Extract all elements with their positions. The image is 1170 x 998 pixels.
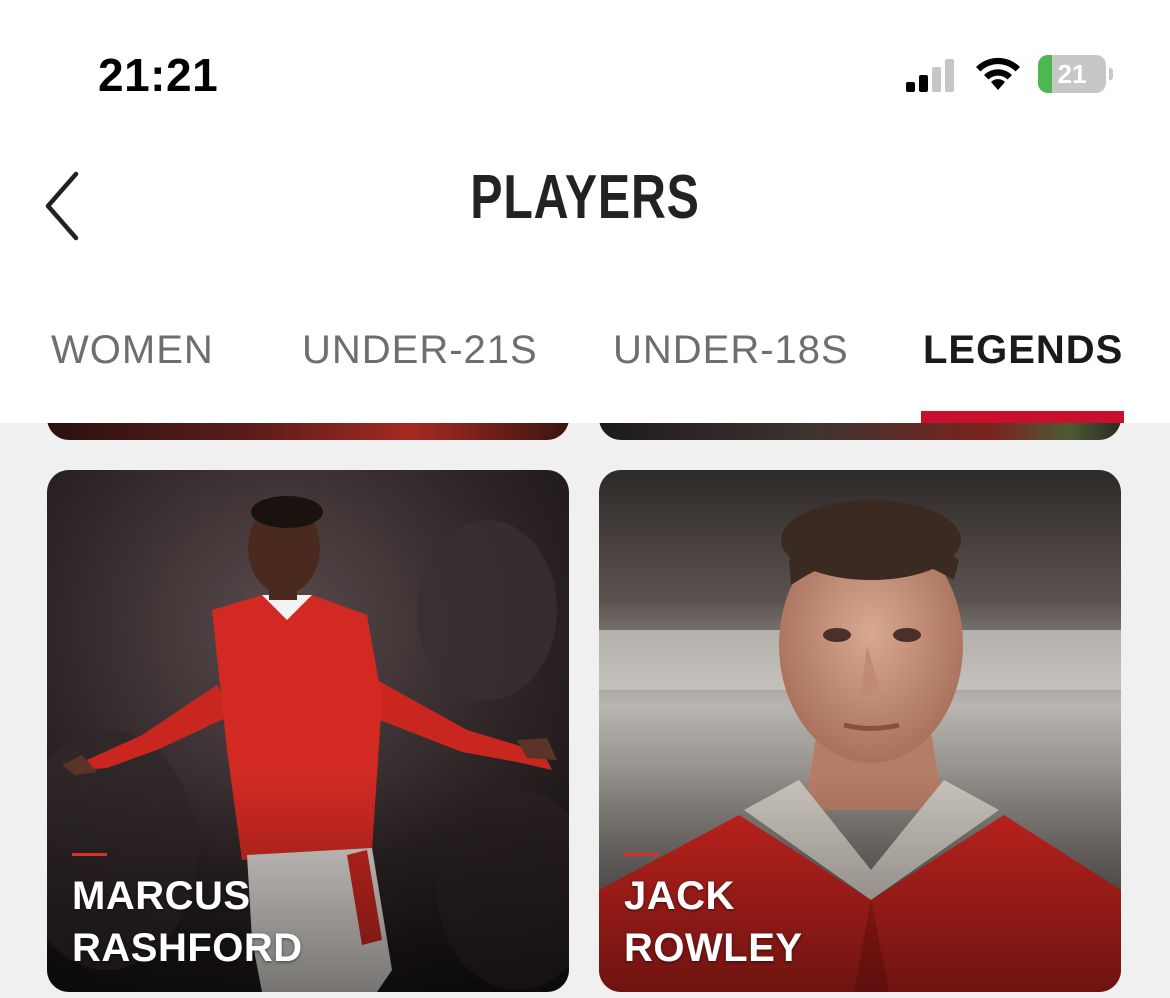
battery-level: 21 <box>1057 59 1087 89</box>
tab-legends[interactable]: LEGENDS <box>923 328 1123 373</box>
tab-under-21s[interactable]: UNDER-21S <box>302 328 538 373</box>
chevron-left-icon[interactable] <box>30 166 100 246</box>
player-card-rashford[interactable]: MARCUS RASHFORD <box>47 470 569 992</box>
player-name: JACK ROWLEY <box>624 870 803 974</box>
signal-icon <box>906 59 954 92</box>
card-accent-line <box>72 853 107 856</box>
players-screen: 21:21 21 PLAYERS WOMEN UNDER-21S UNDER-1… <box>0 0 1170 998</box>
player-last-name: RASHFORD <box>72 926 303 970</box>
status-bar: 21:21 21 <box>0 0 1170 140</box>
tab-under-18s[interactable]: UNDER-18S <box>613 328 849 373</box>
player-first-name: JACK <box>624 874 735 918</box>
player-name: MARCUS RASHFORD <box>72 870 303 974</box>
battery-cap <box>1109 68 1113 80</box>
player-card-partial[interactable] <box>599 423 1121 440</box>
wifi-icon <box>976 57 1020 90</box>
status-time: 21:21 <box>98 49 219 101</box>
page-title: PLAYERS <box>470 163 700 232</box>
player-card-partial[interactable] <box>47 423 569 440</box>
header: PLAYERS <box>0 140 1170 280</box>
battery-body: 21 <box>1038 55 1106 93</box>
battery-icon: 21 <box>1038 55 1114 93</box>
player-last-name: ROWLEY <box>624 926 803 970</box>
tab-women[interactable]: WOMEN <box>51 328 214 373</box>
player-card-rowley[interactable]: JACK ROWLEY <box>599 470 1121 992</box>
tab-bar: WOMEN UNDER-21S UNDER-18S LEGENDS <box>0 280 1170 423</box>
player-first-name: MARCUS <box>72 874 251 918</box>
card-accent-line <box>624 853 659 856</box>
players-grid: MARCUS RASHFORD JACK ROWLEY <box>0 423 1170 998</box>
active-tab-indicator <box>921 411 1124 423</box>
